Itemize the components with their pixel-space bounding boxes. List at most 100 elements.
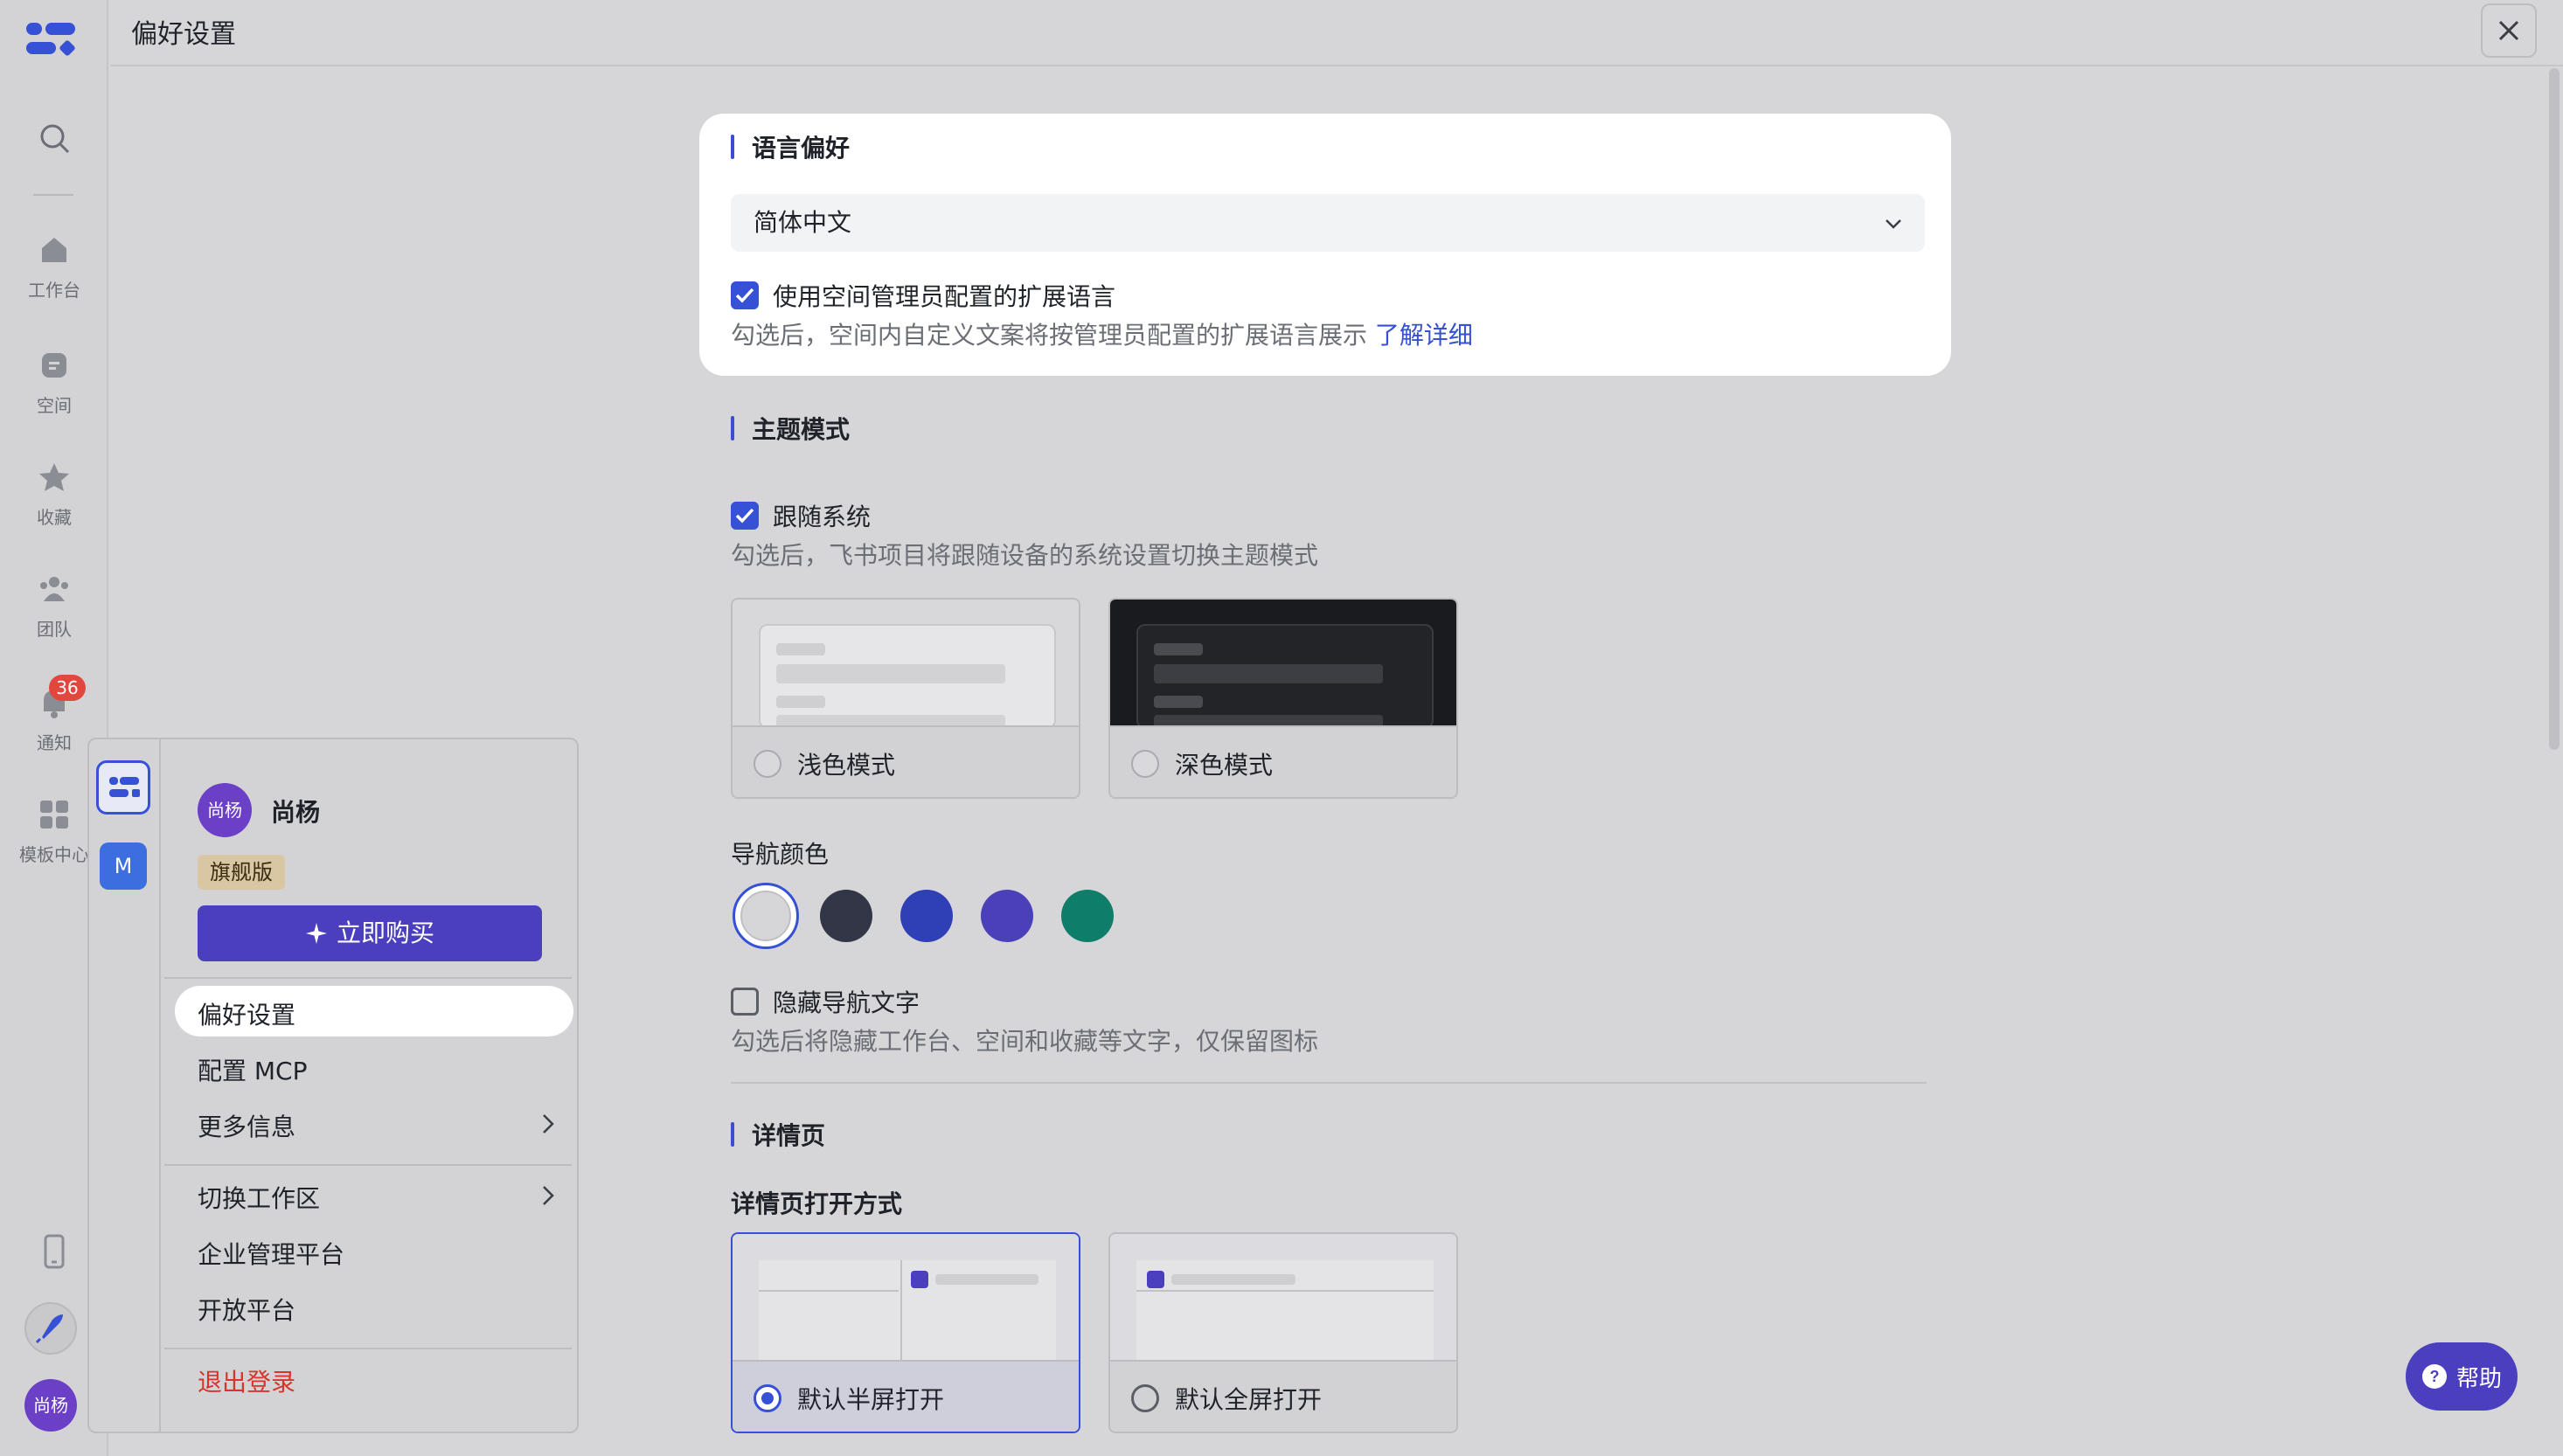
popup-user-avatar: 尚杨 — [198, 783, 252, 837]
full-screen-preview — [1110, 1234, 1456, 1365]
hide-nav-text-checkbox[interactable] — [731, 988, 759, 1016]
rail-item-team[interactable]: 团队 — [0, 572, 108, 641]
menu-item-label: 退出登录 — [198, 1368, 296, 1397]
light-mode-preview — [733, 600, 1079, 734]
team-icon — [40, 577, 68, 601]
full-screen-footer: 默认全屏打开 — [1110, 1360, 1456, 1432]
workspace-rail: M — [89, 739, 161, 1432]
home-icon — [42, 238, 66, 262]
help-label: 帮助 — [2455, 1365, 2502, 1392]
tier-badge: 旗舰版 — [198, 855, 285, 890]
nav-color-title: 导航颜色 — [731, 840, 830, 869]
light-mode-radio[interactable] — [754, 750, 781, 778]
buy-now-button[interactable]: 立即购买 — [198, 905, 542, 961]
nav-color-swatch-blue[interactable] — [900, 890, 953, 942]
page-scrollbar[interactable] — [2549, 68, 2560, 750]
nav-color-swatch-indigo[interactable] — [981, 890, 1033, 942]
rail-item-workbench[interactable]: 工作台 — [0, 232, 108, 302]
light-mode-label: 浅色模式 — [797, 751, 896, 780]
rail-item-label: 收藏 — [37, 507, 72, 528]
hide-nav-text-label: 隐藏导航文字 — [773, 988, 920, 1017]
menu-divider — [164, 977, 572, 979]
close-button[interactable] — [2481, 3, 2537, 58]
language-section-title: 语言偏好 — [731, 129, 850, 164]
workspace-m[interactable]: M — [100, 842, 147, 890]
rail-item-space[interactable]: 空间 — [0, 348, 108, 417]
rail-item-favorites[interactable]: 收藏 — [0, 460, 108, 529]
language-card: 语言偏好 简体中文 使用空间管理员配置的扩展语言 勾选后，空间内自定义文案将按管… — [699, 114, 1951, 376]
check-icon — [735, 288, 754, 303]
light-mode-footer: 浅色模式 — [733, 725, 1079, 797]
light-mode-option[interactable]: 浅色模式 — [731, 598, 1080, 799]
full-screen-option[interactable]: 默认全屏打开 — [1108, 1232, 1458, 1433]
dark-mode-label: 深色模式 — [1175, 751, 1274, 780]
menu-item-preferences[interactable]: 偏好设置 — [198, 996, 295, 1031]
menu-item-label: 配置 MCP — [198, 1057, 308, 1085]
user-avatar[interactable]: 尚杨 — [24, 1379, 77, 1432]
menu-item-switch-workspace[interactable]: 切换工作区 — [198, 1180, 556, 1215]
rail-divider — [33, 194, 73, 196]
chevron-right-icon — [543, 1186, 554, 1205]
language-select[interactable]: 简体中文 — [731, 194, 1925, 252]
menu-divider — [164, 1348, 572, 1349]
menu-item-more-info[interactable]: 更多信息 — [198, 1108, 556, 1143]
space-icon — [42, 353, 66, 378]
dark-mode-preview — [1110, 600, 1456, 734]
menu-divider — [164, 1164, 572, 1166]
template-icon — [40, 801, 68, 829]
app-logo-icon — [109, 777, 140, 797]
follow-system-label: 跟随系统 — [773, 503, 872, 531]
rocket-icon[interactable] — [24, 1302, 77, 1355]
full-screen-radio[interactable] — [1131, 1384, 1159, 1412]
star-icon — [39, 463, 69, 491]
notification-badge: 36 — [49, 675, 86, 701]
language-select-value: 简体中文 — [754, 208, 852, 237]
ext-language-label: 使用空间管理员配置的扩展语言 — [773, 282, 1116, 311]
menu-item-label: 企业管理平台 — [198, 1240, 345, 1269]
nav-color-swatch-teal[interactable] — [1061, 890, 1114, 942]
header-bar: 偏好设置 — [110, 0, 2563, 66]
rail-item-label: 模板中心 — [19, 844, 89, 865]
rail-item-label: 团队 — [37, 619, 72, 640]
dark-mode-footer: 深色模式 — [1110, 725, 1456, 797]
menu-item-mcp[interactable]: 配置 MCP — [198, 1052, 308, 1087]
half-screen-option[interactable]: 默认半屏打开 — [731, 1232, 1080, 1433]
chevron-right-icon — [543, 1114, 554, 1134]
full-screen-label: 默认全屏打开 — [1175, 1385, 1323, 1414]
rail-item-label: 工作台 — [28, 280, 80, 301]
menu-item-open-platform[interactable]: 开放平台 — [198, 1292, 295, 1327]
buy-now-label: 立即购买 — [336, 919, 434, 947]
rail-item-label: 通知 — [37, 732, 72, 753]
chevron-down-icon — [1886, 219, 1901, 229]
menu-item-label: 更多信息 — [198, 1113, 296, 1141]
half-screen-label: 默认半屏打开 — [797, 1385, 945, 1414]
section-divider — [731, 1082, 1927, 1084]
question-icon: ? — [2421, 1364, 2447, 1389]
nav-color-swatch-white[interactable] — [733, 883, 799, 949]
hide-nav-text-hint: 勾选后将隐藏工作台、空间和收藏等文字，仅保留图标 — [731, 1027, 1319, 1056]
detail-open-title: 详情页打开方式 — [731, 1189, 903, 1218]
app-logo-icon[interactable] — [24, 19, 77, 59]
ext-language-checkbox[interactable] — [731, 281, 759, 309]
follow-system-checkbox[interactable] — [731, 502, 759, 530]
menu-item-label: 开放平台 — [198, 1296, 296, 1325]
follow-system-hint: 勾选后，飞书项目将跟随设备的系统设置切换主题模式 — [731, 541, 1319, 570]
nav-color-swatch-slate[interactable] — [820, 890, 872, 942]
rail-search-icon[interactable] — [0, 121, 108, 164]
close-icon — [2498, 20, 2519, 41]
menu-item-logout[interactable]: 退出登录 — [198, 1363, 295, 1398]
theme-section-title: 主题模式 — [731, 411, 850, 446]
menu-item-enterprise-admin[interactable]: 企业管理平台 — [198, 1236, 344, 1271]
learn-more-link[interactable]: 了解详细 — [1375, 321, 1473, 350]
workspace-current[interactable] — [96, 760, 150, 815]
page-title: 偏好设置 — [131, 19, 236, 50]
dark-mode-option[interactable]: 深色模式 — [1108, 598, 1458, 799]
half-screen-preview — [733, 1234, 1079, 1365]
user-menu-popup: M 尚杨 尚杨 旗舰版 立即购买 偏好设置 配置 MCP 更多信息 切换工作区 … — [87, 738, 579, 1433]
menu-item-label: 切换工作区 — [198, 1184, 321, 1213]
half-screen-radio[interactable] — [754, 1384, 781, 1412]
help-button[interactable]: ? 帮助 — [2406, 1342, 2518, 1411]
dark-mode-radio[interactable] — [1131, 750, 1159, 778]
rail-item-label: 空间 — [37, 395, 72, 416]
half-screen-footer: 默认半屏打开 — [733, 1360, 1079, 1432]
